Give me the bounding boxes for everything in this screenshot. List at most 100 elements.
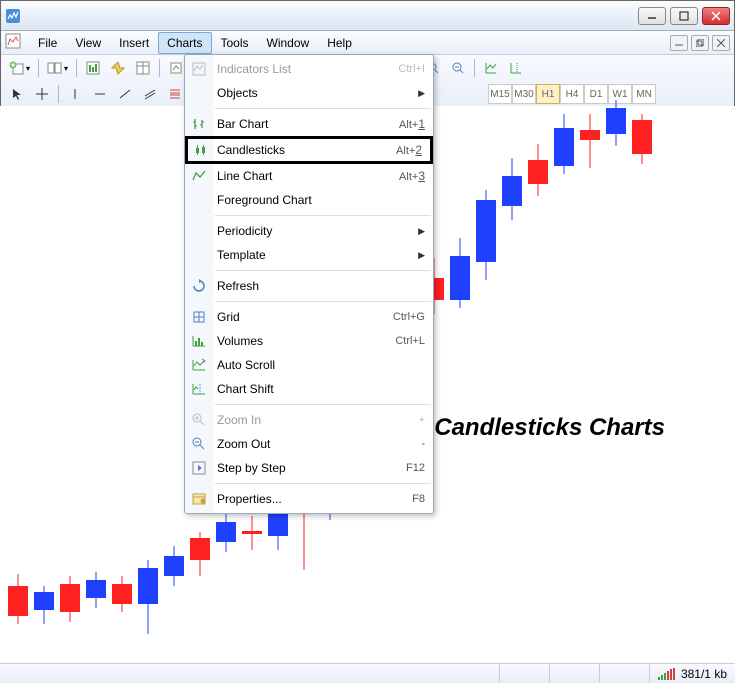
autoscroll-button[interactable] bbox=[479, 57, 503, 79]
menu-help[interactable]: Help bbox=[318, 32, 361, 54]
menu-tools[interactable]: Tools bbox=[212, 32, 258, 54]
menu-item-label: Auto Scroll bbox=[217, 358, 425, 372]
menu-separator bbox=[215, 215, 431, 216]
candle-bearish bbox=[632, 106, 652, 663]
mdi-minimize-button[interactable] bbox=[670, 35, 688, 51]
menu-item-label: Indicators List bbox=[217, 62, 398, 76]
blank-icon bbox=[189, 245, 209, 265]
candlestick-icon bbox=[192, 140, 209, 160]
candle-bullish bbox=[450, 106, 470, 663]
menu-item-label: Volumes bbox=[217, 334, 395, 348]
trendline-button[interactable] bbox=[113, 83, 137, 105]
bar-chart-icon bbox=[189, 114, 209, 134]
menu-item-template[interactable]: Template▶ bbox=[185, 243, 433, 267]
menu-file[interactable]: File bbox=[29, 32, 66, 54]
menu-item-zoom-in: Zoom In+ bbox=[185, 408, 433, 432]
zoom-in-icon bbox=[189, 410, 209, 430]
menu-item-indicators-list: Indicators ListCtrl+I bbox=[185, 57, 433, 81]
menu-item-label: Candlesticks bbox=[217, 143, 396, 157]
candle-bearish bbox=[8, 106, 28, 663]
timeframe-h4[interactable]: H4 bbox=[560, 84, 584, 104]
crosshair-button[interactable] bbox=[30, 83, 54, 105]
step-icon bbox=[189, 458, 209, 478]
mdi-restore-button[interactable] bbox=[691, 35, 709, 51]
zoom-out-button[interactable] bbox=[446, 57, 470, 79]
grid-icon bbox=[189, 307, 209, 327]
menu-view[interactable]: View bbox=[66, 32, 110, 54]
market-watch-button[interactable] bbox=[81, 57, 105, 79]
candle-bullish bbox=[606, 106, 626, 663]
timeframe-mn[interactable]: MN bbox=[632, 84, 656, 104]
properties-icon bbox=[189, 489, 209, 509]
menu-item-label: Grid bbox=[217, 310, 393, 324]
chartshift-button[interactable] bbox=[504, 57, 528, 79]
menu-item-objects[interactable]: Objects▶ bbox=[185, 81, 433, 105]
new-chart-button[interactable]: ▾ bbox=[5, 57, 34, 79]
menu-item-properties[interactable]: Properties...F8 bbox=[185, 487, 433, 511]
menu-charts[interactable]: Charts bbox=[158, 32, 211, 54]
menu-item-label: Foreground Chart bbox=[217, 193, 425, 207]
chartshift-icon bbox=[189, 379, 209, 399]
menu-item-label: Refresh bbox=[217, 279, 425, 293]
menu-separator bbox=[215, 404, 431, 405]
menu-item-label: Zoom In bbox=[217, 413, 419, 427]
navigator-button[interactable] bbox=[106, 57, 130, 79]
candle-bullish bbox=[164, 106, 184, 663]
refresh-icon bbox=[189, 276, 209, 296]
menu-item-grid[interactable]: GridCtrl+G bbox=[185, 305, 433, 329]
menu-item-volumes[interactable]: VolumesCtrl+L bbox=[185, 329, 433, 353]
menu-item-label: Periodicity bbox=[217, 224, 418, 238]
profiles-button[interactable]: ▾ bbox=[43, 57, 72, 79]
horizontal-line-button[interactable] bbox=[88, 83, 112, 105]
mdi-close-button[interactable] bbox=[712, 35, 730, 51]
chart-window-icon bbox=[5, 33, 21, 52]
candle-bearish bbox=[580, 106, 600, 663]
menu-item-label: Step by Step bbox=[217, 461, 406, 475]
menu-item-shortcut: F12 bbox=[406, 462, 425, 474]
connection-text: 381/1 kb bbox=[681, 667, 727, 681]
vertical-line-button[interactable] bbox=[63, 83, 87, 105]
timeframe-h1[interactable]: H1 bbox=[536, 84, 560, 104]
menubar: FileViewInsertChartsToolsWindowHelp bbox=[1, 31, 734, 55]
candle-bearish bbox=[112, 106, 132, 663]
blank-icon bbox=[189, 221, 209, 241]
menu-item-line-chart[interactable]: Line ChartAlt+3 bbox=[185, 164, 433, 188]
menu-item-label: Bar Chart bbox=[217, 117, 399, 131]
menu-separator bbox=[215, 108, 431, 109]
menu-item-label: Chart Shift bbox=[217, 382, 425, 396]
candle-bullish bbox=[34, 106, 54, 663]
close-button[interactable] bbox=[702, 7, 730, 25]
submenu-arrow-icon: ▶ bbox=[418, 250, 425, 261]
menu-item-shortcut: Ctrl+I bbox=[398, 63, 425, 75]
menu-item-candlesticks[interactable]: CandlesticksAlt+2 bbox=[185, 136, 433, 164]
timeframe-d1[interactable]: D1 bbox=[584, 84, 608, 104]
menu-item-shortcut: Alt+2 bbox=[396, 143, 422, 157]
menu-insert[interactable]: Insert bbox=[110, 32, 158, 54]
line-chart-icon bbox=[189, 166, 209, 186]
timeframe-m30[interactable]: M30 bbox=[512, 84, 536, 104]
data-window-button[interactable] bbox=[131, 57, 155, 79]
menu-separator bbox=[215, 270, 431, 271]
menu-item-label: Line Chart bbox=[217, 169, 399, 183]
channel-button[interactable] bbox=[138, 83, 162, 105]
menu-item-bar-chart[interactable]: Bar ChartAlt+1 bbox=[185, 112, 433, 136]
menu-item-shortcut: Alt+3 bbox=[399, 169, 425, 183]
candle-bearish bbox=[60, 106, 80, 663]
minimize-button[interactable] bbox=[638, 7, 666, 25]
timeframe-m15[interactable]: M15 bbox=[488, 84, 512, 104]
menu-window[interactable]: Window bbox=[258, 32, 319, 54]
menu-item-refresh[interactable]: Refresh bbox=[185, 274, 433, 298]
menu-item-chart-shift[interactable]: Chart Shift bbox=[185, 377, 433, 401]
candle-bullish bbox=[476, 106, 496, 663]
menu-item-periodicity[interactable]: Periodicity▶ bbox=[185, 219, 433, 243]
menu-item-shortcut: Alt+1 bbox=[399, 117, 425, 131]
menu-item-step-by-step[interactable]: Step by StepF12 bbox=[185, 456, 433, 480]
menu-item-auto-scroll[interactable]: Auto Scroll bbox=[185, 353, 433, 377]
maximize-button[interactable] bbox=[670, 7, 698, 25]
menu-item-zoom-out[interactable]: Zoom Out- bbox=[185, 432, 433, 456]
menu-item-foreground-chart[interactable]: Foreground Chart bbox=[185, 188, 433, 212]
app-icon bbox=[5, 8, 21, 24]
cursor-button[interactable] bbox=[5, 83, 29, 105]
window-controls bbox=[638, 7, 730, 25]
timeframe-w1[interactable]: W1 bbox=[608, 84, 632, 104]
